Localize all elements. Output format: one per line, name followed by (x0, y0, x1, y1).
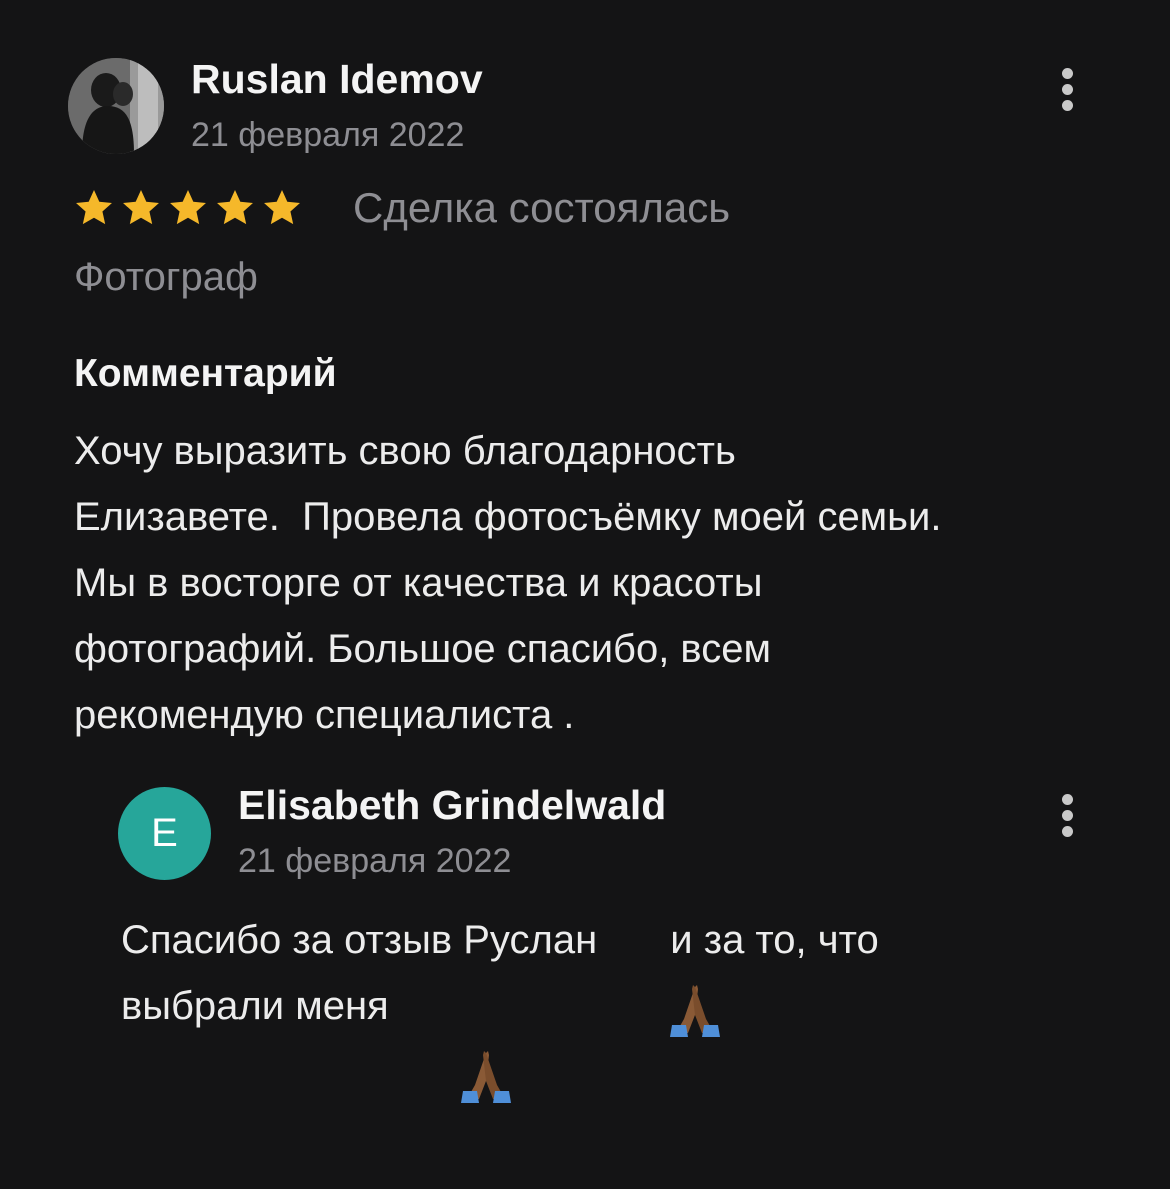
reply-text-part: Спасибо за отзыв Руслан (121, 918, 598, 962)
reply-avatar[interactable]: E (118, 787, 211, 880)
comment-line: Елизавете. Провела фотосъёмку моей семьи… (74, 495, 942, 539)
star-icon (264, 190, 300, 225)
star-icon (170, 190, 206, 225)
star-icon (217, 190, 253, 225)
star-icon (123, 190, 159, 225)
comment-heading: Комментарий (74, 352, 337, 395)
reply-text-part: выбрали меня (121, 984, 389, 1028)
review-date: 21 февраля 2022 (191, 116, 465, 154)
comment-line: рекомендую специалиста . (74, 693, 575, 737)
comment-line: фотографий. Большое спасибо, всем (74, 627, 771, 671)
comment-body: Хочу выразить свою благодарность Елизаве… (74, 418, 1134, 748)
reply-more-icon[interactable] (1048, 792, 1088, 842)
review-author-name[interactable]: Ruslan Idemov (191, 56, 483, 103)
author-avatar[interactable] (68, 58, 164, 154)
folded-hands-icon (597, 909, 720, 1037)
reply-text-part: и за то, что (659, 918, 879, 962)
service-category: Фотограф (74, 255, 258, 299)
folded-hands-icon (389, 975, 512, 1103)
reply-body: Спасибо за отзыв Руслан и за то, что выб… (121, 907, 1121, 1103)
comment-line: Хочу выразить свою благодарность (74, 429, 736, 473)
reply-author-name[interactable]: Elisabeth Grindelwald (238, 782, 666, 829)
reply-date: 21 февраля 2022 (238, 842, 512, 880)
deal-status-label: Сделка состоялась (353, 184, 731, 231)
comment-line: Мы в восторге от качества и красоты (74, 561, 763, 605)
rating-stars (72, 186, 304, 230)
review-more-icon[interactable] (1048, 66, 1088, 116)
star-icon (76, 190, 112, 225)
